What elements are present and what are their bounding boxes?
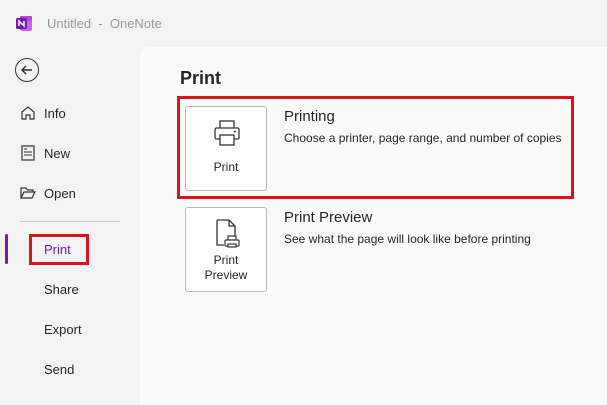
page-title: Print	[180, 68, 222, 88]
home-icon	[21, 106, 35, 120]
back-button[interactable]	[15, 58, 39, 82]
window-title: Untitled - OneNote	[47, 16, 162, 31]
print-preview-description: See what the page will look like before …	[284, 232, 531, 246]
printing-description: Choose a printer, page range, and number…	[284, 131, 562, 145]
print-preview-title: Print Preview	[284, 209, 373, 226]
sidebar-item-label: Share	[44, 282, 79, 297]
sidebar-item-print[interactable]: Print	[0, 232, 140, 266]
printer-icon	[214, 120, 240, 146]
print-preview-button[interactable]: Print Preview	[185, 207, 267, 292]
sidebar-item-label: New	[44, 146, 71, 161]
new-page-icon	[21, 145, 35, 161]
sidebar-divider	[20, 221, 120, 222]
print-button[interactable]: Print	[185, 106, 267, 191]
sidebar-item-label: Export	[44, 322, 82, 337]
onenote-logo-icon	[16, 16, 32, 31]
sidebar-item-label: Send	[44, 362, 75, 377]
sidebar-item-info[interactable]: Info	[0, 96, 140, 130]
backstage-sidebar: Info New Open Print Share Export Send	[0, 47, 140, 405]
print-preview-button-label: Print Preview	[204, 253, 248, 282]
printing-title: Printing	[284, 108, 335, 125]
active-indicator	[5, 234, 8, 264]
sidebar-item-new[interactable]: New	[0, 136, 140, 170]
sidebar-item-label: Open	[44, 186, 76, 201]
title-bar: Untitled - OneNote	[0, 0, 607, 47]
sidebar-item-send[interactable]: Send	[0, 352, 140, 386]
print-preview-icon	[216, 219, 240, 248]
main-pane: Print Print Printing Choose a printer, p…	[140, 47, 607, 405]
sidebar-item-export[interactable]: Export	[0, 312, 140, 346]
folder-open-icon	[20, 187, 36, 199]
print-button-label: Print	[213, 160, 239, 174]
sidebar-item-open[interactable]: Open	[0, 176, 140, 210]
sidebar-item-share[interactable]: Share	[0, 272, 140, 306]
back-arrow-icon	[20, 65, 32, 75]
sidebar-item-label: Print	[44, 242, 71, 257]
sidebar-item-label: Info	[44, 106, 66, 121]
